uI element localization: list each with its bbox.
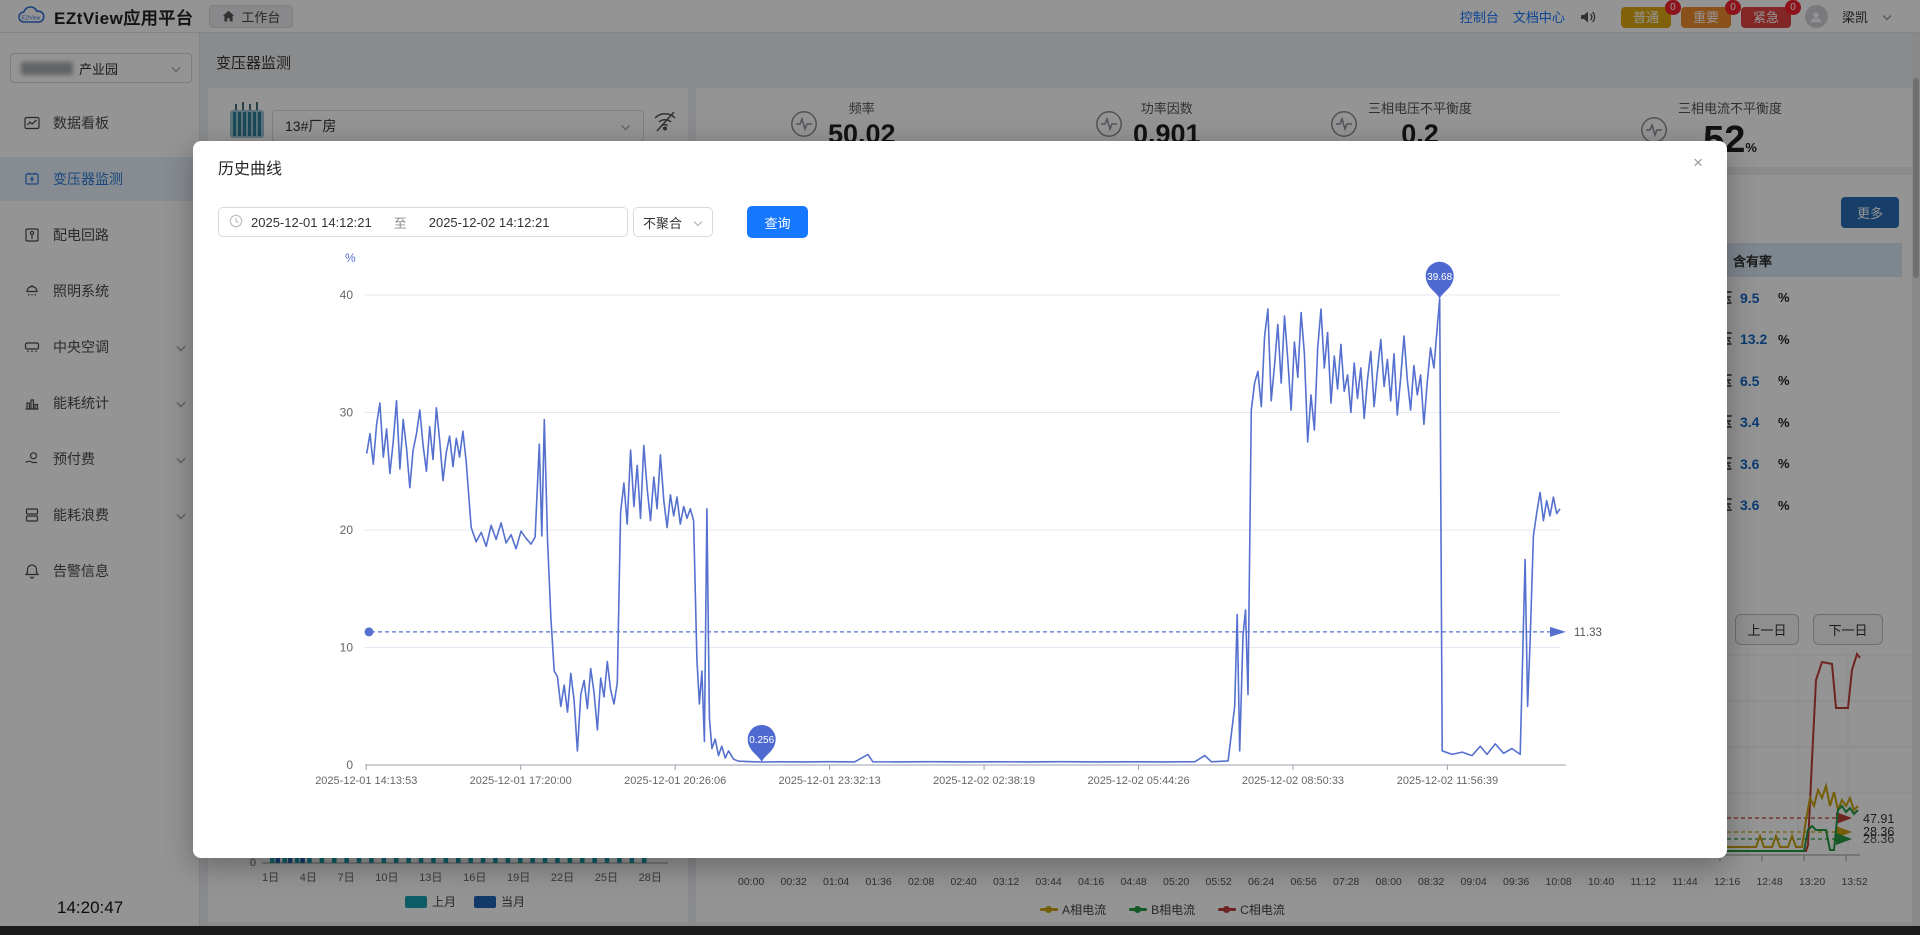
svg-text:2025-12-02 02:38:19: 2025-12-02 02:38:19	[933, 775, 1035, 787]
svg-text:2025-12-02 11:56:39: 2025-12-02 11:56:39	[1397, 775, 1498, 787]
history-curve-modal: 历史曲线 × 2025-12-01 14:12:21 至 2025-12-02 …	[193, 141, 1727, 858]
range-to-label: 至	[394, 213, 407, 232]
svg-text:2025-12-02 05:44:26: 2025-12-02 05:44:26	[1087, 775, 1189, 787]
svg-text:20: 20	[340, 523, 354, 537]
svg-text:11.33: 11.33	[1574, 627, 1602, 639]
svg-text:40: 40	[340, 288, 354, 302]
aggregation-chevron-down-icon	[693, 215, 703, 230]
svg-text:30: 30	[340, 406, 354, 420]
svg-text:0: 0	[346, 758, 353, 772]
svg-text:2025-12-01 20:26:06: 2025-12-01 20:26:06	[624, 775, 726, 787]
svg-text:2025-12-01 17:20:00: 2025-12-01 17:20:00	[470, 775, 572, 787]
svg-text:10: 10	[340, 641, 354, 655]
svg-text:0.256: 0.256	[749, 735, 774, 746]
svg-text:2025-12-01 23:32:13: 2025-12-01 23:32:13	[779, 775, 881, 787]
clock-icon	[229, 214, 243, 231]
range-start-value[interactable]: 2025-12-01 14:12:21	[251, 215, 372, 230]
svg-text:2025-12-01 14:13:53: 2025-12-01 14:13:53	[315, 775, 417, 787]
aggregation-select[interactable]: 不聚合	[633, 207, 713, 237]
modal-title: 历史曲线	[218, 155, 282, 179]
range-end-value[interactable]: 2025-12-02 14:12:21	[429, 215, 550, 230]
query-button[interactable]: 查询	[747, 206, 808, 238]
svg-text:2025-12-02 08:50:33: 2025-12-02 08:50:33	[1242, 775, 1344, 787]
svg-text:39.68: 39.68	[1427, 272, 1452, 283]
history-chart-svg: 0 10 20 30 40% 2025-12-01 14:13:53 2025-12-01 …	[193, 236, 1727, 826]
close-icon[interactable]: ×	[1693, 154, 1703, 171]
date-range-picker[interactable]: 2025-12-01 14:12:21 至 2025-12-02 14:12:2…	[218, 207, 628, 237]
svg-text:%: %	[345, 251, 356, 265]
aggregation-value: 不聚合	[643, 213, 682, 232]
